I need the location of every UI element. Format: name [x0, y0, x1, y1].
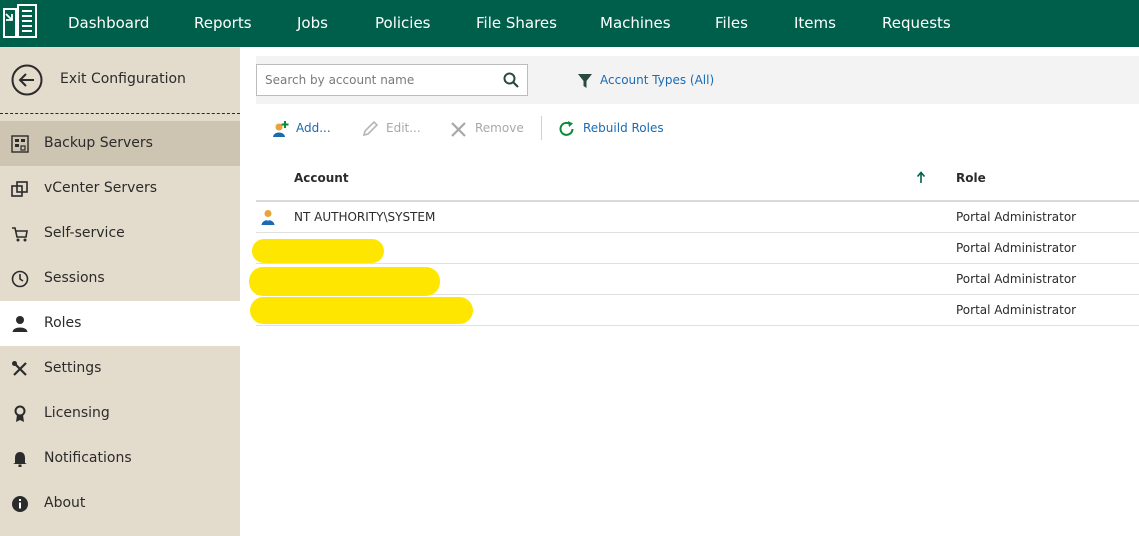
- nav-file-shares[interactable]: File Shares: [476, 0, 557, 47]
- sidebar-divider: [0, 113, 240, 114]
- nav-reports[interactable]: Reports: [194, 0, 252, 47]
- sidebar-item-vcenter-servers[interactable]: vCenter Servers: [0, 166, 240, 211]
- add-button-label: Add...: [296, 121, 331, 135]
- sidebar-item-label: Settings: [44, 360, 102, 376]
- sidebar-item-backup-servers[interactable]: Backup Servers: [0, 121, 240, 166]
- bell-icon: [13, 452, 27, 467]
- sidebar-item-label: Notifications: [44, 450, 132, 466]
- toolbar-separator: [541, 116, 542, 140]
- search-icon[interactable]: [503, 72, 519, 88]
- top-navigation-bar: Dashboard Reports Jobs Policies File Sha…: [0, 0, 1139, 47]
- active-item-pointer: [229, 313, 240, 335]
- sidebar-item-notifications[interactable]: Notifications: [0, 436, 240, 481]
- search-box: [256, 64, 528, 96]
- account-types-label: Account Types (All): [600, 73, 715, 87]
- role-cell: Portal Administrator: [956, 210, 1077, 224]
- role-cell: Portal Administrator: [956, 272, 1077, 286]
- sidebar-item-about[interactable]: About: [0, 481, 240, 526]
- nav-files[interactable]: Files: [715, 0, 748, 47]
- back-arrow-icon: [11, 64, 43, 96]
- remove-button-label: Remove: [475, 121, 524, 135]
- sidebar-item-label: Self-service: [44, 225, 125, 241]
- table-header: Account Role: [256, 160, 1139, 202]
- edit-button-label: Edit...: [386, 121, 421, 135]
- add-user-icon: [273, 121, 289, 137]
- account-cell: NT AUTHORITY\SYSTEM: [294, 210, 436, 224]
- sidebar-item-label: Roles: [44, 315, 82, 331]
- nav-dashboard[interactable]: Dashboard: [68, 0, 149, 47]
- sidebar-item-label: vCenter Servers: [44, 180, 158, 196]
- sidebar-item-self-service[interactable]: Self-service: [0, 211, 240, 256]
- sidebar-item-settings[interactable]: Settings: [0, 346, 240, 391]
- search-input[interactable]: [257, 65, 497, 95]
- cart-icon: [12, 227, 28, 242]
- nav-policies[interactable]: Policies: [375, 0, 430, 47]
- table-row[interactable]: NT AUTHORITY\SYSTEM Portal Administrator: [256, 202, 1139, 233]
- user-icon: [12, 316, 28, 332]
- edit-button[interactable]: Edit...: [361, 120, 423, 138]
- sidebar-item-roles[interactable]: Roles: [0, 301, 240, 346]
- add-button[interactable]: Add...: [272, 120, 334, 138]
- sidebar-item-label: Backup Servers: [44, 135, 153, 151]
- tools-icon: [12, 361, 27, 376]
- sidebar-item-label: About: [44, 495, 86, 511]
- app-logo-icon[interactable]: [0, 0, 46, 47]
- role-cell: Portal Administrator: [956, 303, 1077, 317]
- sidebar-item-sessions[interactable]: Sessions: [0, 256, 240, 301]
- sidebar-item-licensing[interactable]: Licensing: [0, 391, 240, 436]
- sort-ascending-icon[interactable]: [915, 170, 927, 184]
- rebuild-roles-button[interactable]: Rebuild Roles: [558, 120, 668, 138]
- role-cell: Portal Administrator: [956, 241, 1077, 255]
- redaction-mark: [250, 297, 473, 324]
- nav-items[interactable]: Items: [794, 0, 836, 47]
- backup-servers-icon: [11, 135, 29, 153]
- column-header-account[interactable]: Account: [294, 171, 349, 185]
- filter-funnel-icon: [578, 74, 592, 88]
- remove-button[interactable]: Remove: [450, 120, 530, 138]
- exit-configuration-label: Exit Configuration: [60, 71, 186, 87]
- sidebar-item-label: Sessions: [44, 270, 105, 286]
- nav-machines[interactable]: Machines: [600, 0, 671, 47]
- pencil-icon: [362, 120, 379, 137]
- configuration-sidebar: Exit Configuration Backup Servers vCente…: [0, 47, 240, 536]
- refresh-icon: [559, 121, 574, 136]
- table-row[interactable]: Portal Administrator: [256, 233, 1139, 264]
- user-account-icon: [261, 210, 275, 225]
- sidebar-item-label: Licensing: [44, 405, 110, 421]
- rebuild-roles-label: Rebuild Roles: [583, 121, 664, 135]
- nav-requests[interactable]: Requests: [882, 0, 951, 47]
- exit-configuration-button[interactable]: Exit Configuration: [0, 47, 240, 113]
- info-icon: [12, 496, 28, 512]
- vcenter-servers-icon: [11, 181, 28, 197]
- redaction-mark: [252, 239, 384, 263]
- redaction-mark: [249, 267, 440, 296]
- roles-toolbar: Add... Edit... Remove Rebuild Roles: [240, 115, 1139, 141]
- column-header-role[interactable]: Role: [956, 171, 986, 185]
- roles-main-panel: Account Types (All) Add... Edit... Remov…: [240, 47, 1139, 536]
- nav-jobs[interactable]: Jobs: [297, 0, 328, 47]
- license-icon: [14, 405, 26, 422]
- clock-icon: [11, 270, 29, 288]
- close-icon: [451, 122, 466, 137]
